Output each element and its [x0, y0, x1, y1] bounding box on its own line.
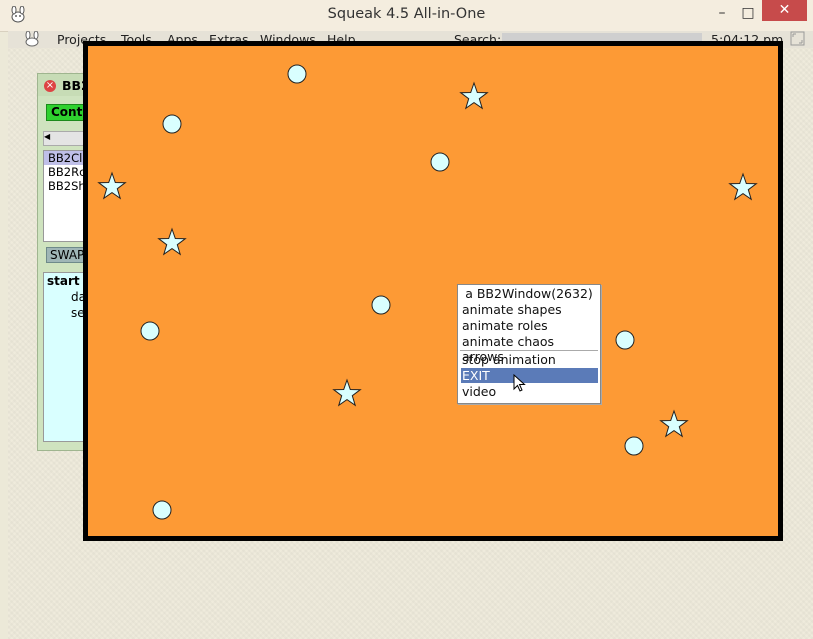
menu-item-exit[interactable]: EXIT	[461, 368, 598, 383]
circle-shape[interactable]	[162, 114, 182, 134]
circle-shape[interactable]	[152, 500, 172, 520]
scroll-left-icon[interactable]: ◀	[44, 132, 50, 141]
star-shape[interactable]	[728, 172, 758, 201]
menu-item-video[interactable]: video	[461, 384, 598, 399]
window-title: Squeak 4.5 All-in-One	[327, 6, 486, 22]
context-menu: a BB2Window(2632) animate shapes animate…	[457, 284, 601, 404]
menu-item-stop-animation[interactable]: stop animation	[461, 352, 598, 367]
window-titlebar: Squeak 4.5 All-in-One – □ ✕	[0, 0, 813, 32]
circle-shape[interactable]	[624, 436, 644, 456]
mouse-cursor-icon	[513, 374, 526, 392]
star-shape[interactable]	[97, 171, 127, 200]
star-shape[interactable]	[332, 378, 362, 407]
close-icon[interactable]: ×	[44, 80, 56, 92]
circle-shape[interactable]	[140, 321, 160, 341]
circle-shape[interactable]	[371, 295, 391, 315]
menu-item-animate-shapes[interactable]: animate shapes	[461, 302, 598, 317]
stage-canvas	[97, 64, 758, 520]
circle-shape[interactable]	[430, 152, 450, 172]
menu-item-animate-roles[interactable]: animate roles	[461, 318, 598, 333]
context-menu-title: a BB2Window(2632)	[465, 286, 593, 301]
star-shape[interactable]	[157, 227, 187, 256]
star-shape[interactable]	[659, 409, 689, 438]
bb2-animation-stage[interactable]	[83, 41, 783, 541]
menu-separator	[460, 350, 598, 351]
close-window-button[interactable]: ✕	[762, 0, 807, 21]
circle-shape[interactable]	[287, 64, 307, 84]
star-shape[interactable]	[459, 81, 489, 110]
circle-shape[interactable]	[615, 330, 635, 350]
menu-item-animate-chaos-arrows[interactable]: animate chaos arrows	[461, 334, 598, 364]
squeak-menu-icon[interactable]	[22, 31, 42, 47]
minimize-button[interactable]: –	[712, 4, 732, 24]
fullscreen-icon[interactable]	[790, 31, 805, 46]
maximize-button[interactable]: □	[738, 4, 758, 24]
